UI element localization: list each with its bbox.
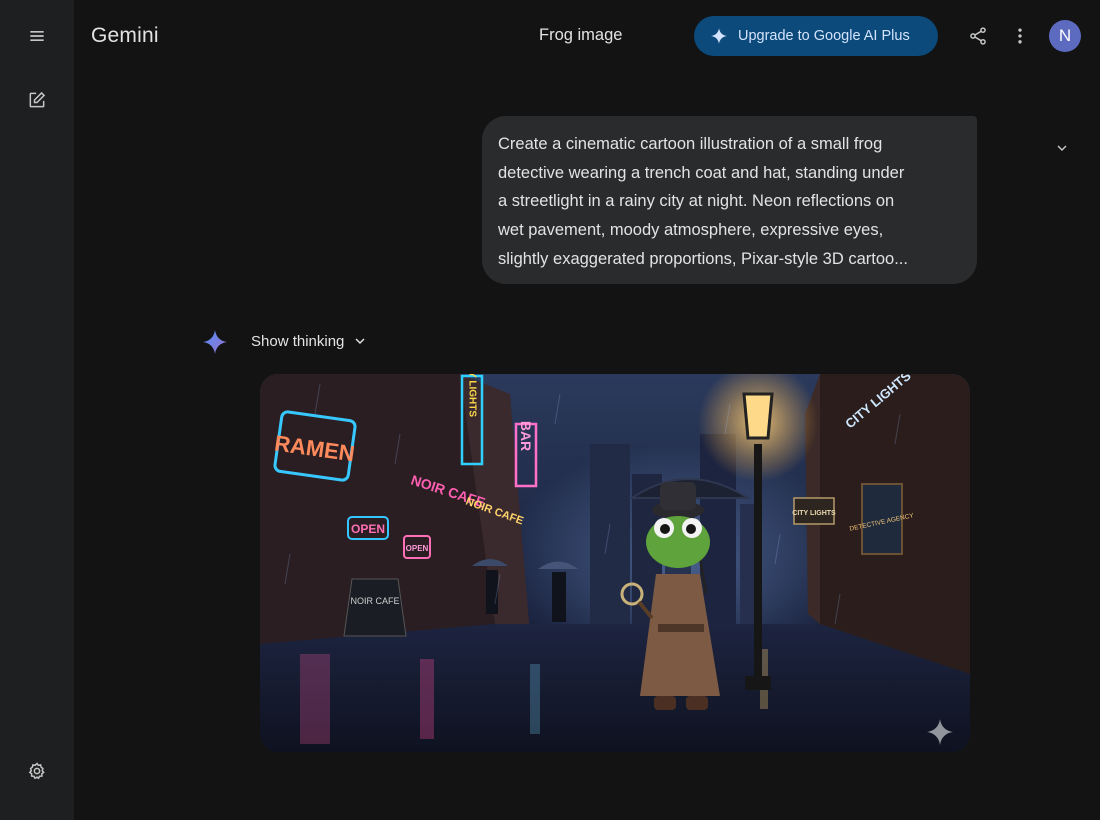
gemini-spark-icon bbox=[203, 330, 227, 354]
app-name: Gemini bbox=[91, 24, 159, 47]
edit-square-icon bbox=[29, 91, 46, 108]
user-prompt-bubble: Create a cinematic cartoon illustration … bbox=[482, 116, 977, 284]
chevron-down-icon bbox=[355, 338, 365, 345]
settings-gear-icon bbox=[28, 762, 45, 780]
chalkboard-text: NOIR CAFE bbox=[350, 596, 399, 606]
account-avatar[interactable]: N bbox=[1049, 20, 1081, 52]
upgrade-button[interactable]: Upgrade to Google AI Plus bbox=[694, 16, 938, 56]
show-thinking-toggle[interactable]: Show thinking bbox=[243, 326, 376, 356]
frog-detective-illustration: RAMEN CITY LIGHTS BAR NOIR CAFE NOIR CAF… bbox=[260, 374, 970, 752]
settings-button[interactable] bbox=[17, 751, 57, 791]
upgrade-label: Upgrade to Google AI Plus bbox=[738, 28, 910, 44]
open-sign-2-text: OPEN bbox=[406, 544, 429, 553]
share-icon bbox=[970, 27, 986, 45]
city-lights-vertical-text: CITY LIGHTS bbox=[467, 374, 478, 417]
ai-watermark-icon bbox=[927, 719, 953, 745]
more-options-button[interactable] bbox=[1002, 18, 1038, 54]
chat-title[interactable]: Frog image bbox=[539, 26, 622, 45]
side-rail bbox=[0, 0, 74, 820]
show-thinking-label: Show thinking bbox=[251, 332, 345, 350]
more-vert-icon bbox=[1018, 28, 1022, 44]
city-lights-hanging-text: CITY LIGHTS bbox=[792, 510, 836, 517]
expand-prompt-button[interactable] bbox=[1050, 136, 1074, 160]
bar-sign-text: BAR bbox=[518, 421, 534, 451]
menu-icon bbox=[30, 31, 44, 41]
sparkle-icon bbox=[711, 28, 727, 44]
generated-image[interactable]: RAMEN CITY LIGHTS BAR NOIR CAFE NOIR CAF… bbox=[260, 374, 970, 752]
chevron-down-icon bbox=[1057, 145, 1067, 152]
share-button[interactable] bbox=[960, 18, 996, 54]
user-prompt-text: Create a cinematic cartoon illustration … bbox=[498, 135, 908, 268]
sidewalk-chalkboard: NOIR CAFE bbox=[343, 578, 407, 637]
new-chat-button[interactable] bbox=[17, 80, 57, 120]
main-menu-button[interactable] bbox=[17, 16, 57, 56]
open-sign-1-text: OPEN bbox=[351, 522, 385, 536]
city-lights-hanging-sign: CITY LIGHTS bbox=[792, 497, 836, 525]
